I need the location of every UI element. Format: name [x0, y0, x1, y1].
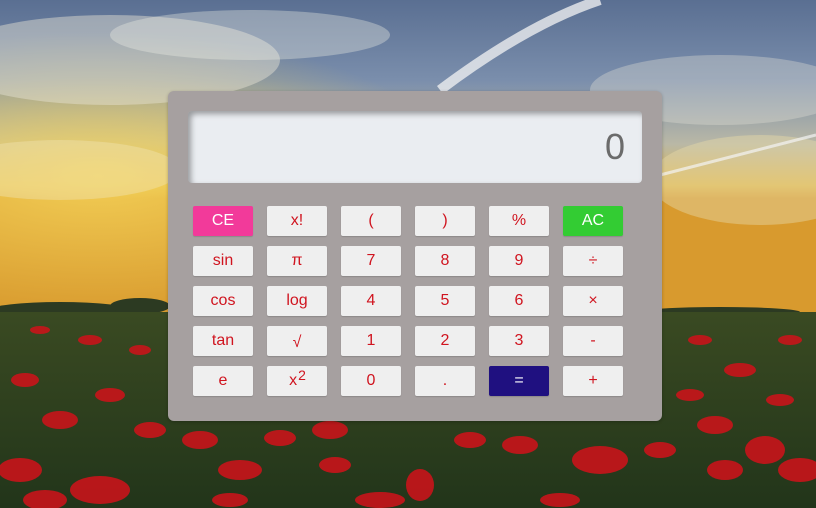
digit-0-button[interactable]: 0 — [341, 366, 401, 396]
key-label: ( — [368, 212, 374, 229]
superscript-2: 2 — [298, 367, 306, 383]
key-label: 7 — [366, 252, 376, 269]
key-label: tan — [211, 332, 235, 349]
square-root-icon: √ — [292, 334, 302, 351]
key-label: . — [442, 372, 448, 389]
key-label: 2 — [440, 332, 450, 349]
display-value: 0 — [604, 126, 625, 167]
pi-button[interactable]: π — [267, 246, 327, 276]
key-label: % — [511, 212, 527, 229]
digit-8-button[interactable]: 8 — [415, 246, 475, 276]
decimal-button[interactable]: . — [415, 366, 475, 396]
multiply-button[interactable]: × — [563, 286, 623, 316]
digit-9-button[interactable]: 9 — [489, 246, 549, 276]
sin-button[interactable]: sin — [193, 246, 253, 276]
digit-3-button[interactable]: 3 — [489, 326, 549, 356]
square-root-button[interactable]: √ — [267, 326, 327, 356]
plus-icon: + — [588, 372, 598, 389]
key-label: log — [286, 292, 308, 309]
percent-button[interactable]: % — [489, 206, 549, 236]
euler-button[interactable]: e — [193, 366, 253, 396]
key-label: 4 — [366, 292, 376, 309]
divide-icon: ÷ — [588, 252, 598, 269]
minus-button[interactable]: - — [563, 326, 623, 356]
tan-button[interactable]: tan — [193, 326, 253, 356]
calculator-display: 0 — [188, 111, 642, 183]
key-label: 6 — [514, 292, 524, 309]
key-label: sin — [212, 252, 234, 269]
page: 0 CE x! ( ) % AC sin π 7 8 9 ÷ cos log 4… — [0, 0, 816, 508]
digit-4-button[interactable]: 4 — [341, 286, 401, 316]
keypad: CE x! ( ) % AC sin π 7 8 9 ÷ cos log 4 5… — [193, 206, 623, 396]
key-label: 9 — [514, 252, 524, 269]
factorial-button[interactable]: x! — [267, 206, 327, 236]
key-label: 0 — [366, 372, 376, 389]
key-label: 3 — [514, 332, 524, 349]
digit-2-button[interactable]: 2 — [415, 326, 475, 356]
digit-7-button[interactable]: 7 — [341, 246, 401, 276]
square-button[interactable]: x2 — [267, 366, 327, 396]
all-clear-button[interactable]: AC — [563, 206, 623, 236]
key-label: cos — [210, 292, 236, 309]
close-paren-button[interactable]: ) — [415, 206, 475, 236]
equals-button[interactable]: = — [489, 366, 549, 396]
key-label: 1 — [366, 332, 376, 349]
divide-button[interactable]: ÷ — [563, 246, 623, 276]
key-label: ) — [442, 212, 448, 229]
key-label: e — [218, 372, 228, 389]
log-button[interactable]: log — [267, 286, 327, 316]
key-label: x! — [290, 212, 304, 229]
key-label: π — [291, 252, 303, 269]
key-label: AC — [581, 212, 605, 229]
key-label: 8 — [440, 252, 450, 269]
key-label: CE — [211, 212, 235, 229]
cos-button[interactable]: cos — [193, 286, 253, 316]
plus-button[interactable]: + — [563, 366, 623, 396]
key-label: x — [289, 372, 298, 389]
digit-1-button[interactable]: 1 — [341, 326, 401, 356]
key-label: 5 — [440, 292, 450, 309]
open-paren-button[interactable]: ( — [341, 206, 401, 236]
digit-5-button[interactable]: 5 — [415, 286, 475, 316]
digit-6-button[interactable]: 6 — [489, 286, 549, 316]
equals-icon: = — [514, 372, 524, 389]
multiply-icon: × — [588, 292, 598, 309]
calculator-panel: 0 CE x! ( ) % AC sin π 7 8 9 ÷ cos log 4… — [168, 91, 662, 421]
minus-icon: - — [590, 332, 596, 349]
clear-entry-button[interactable]: CE — [193, 206, 253, 236]
